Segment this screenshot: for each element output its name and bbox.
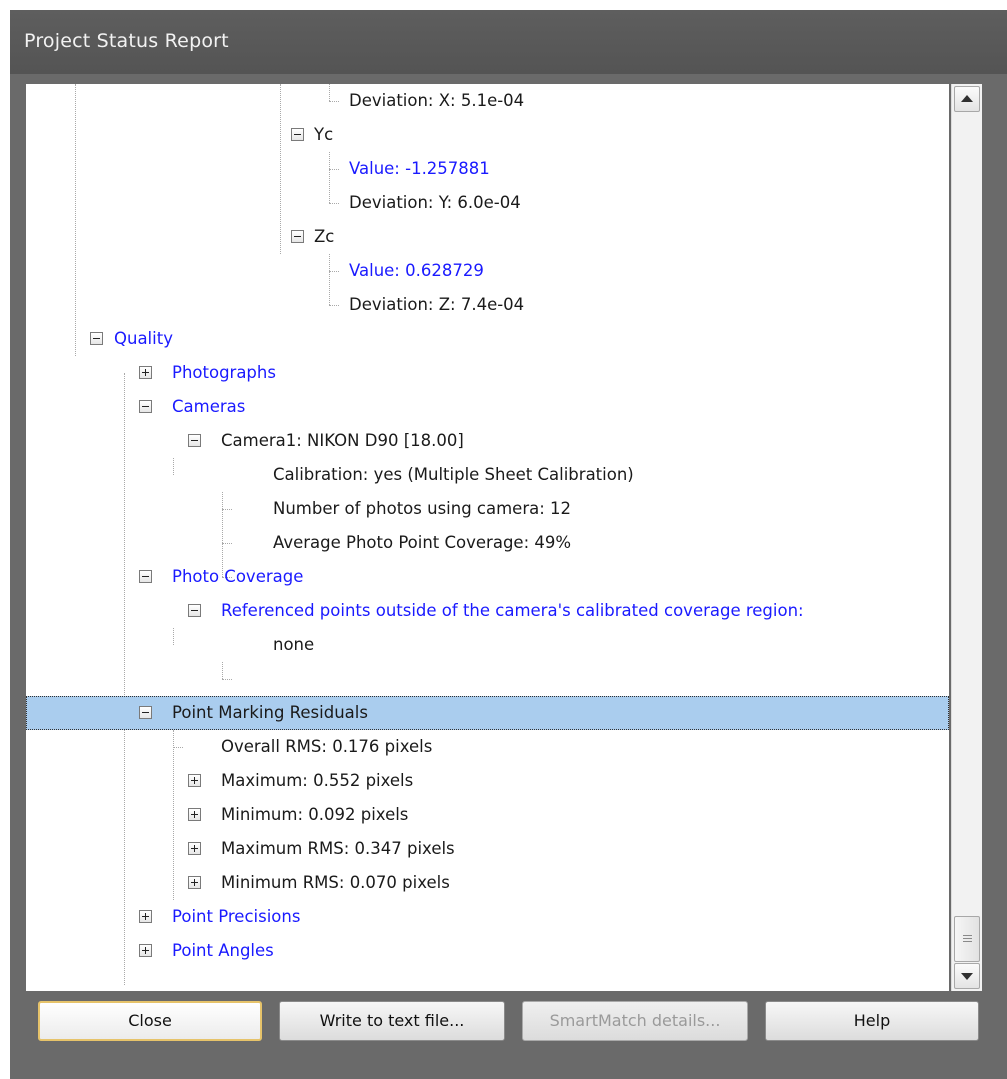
expand-icon[interactable] xyxy=(188,842,201,855)
status-tree[interactable]: Deviation: X: 5.1e-04 Yc Value: -1.25788… xyxy=(26,84,949,991)
collapse-icon[interactable] xyxy=(90,332,103,345)
tree-row-label: Minimum RMS: 0.070 pixels xyxy=(221,873,450,892)
tree-row-label: Quality xyxy=(114,329,173,348)
tree-row-number-of-photos[interactable]: Number of photos using camera: 12 xyxy=(26,492,949,526)
expand-icon[interactable] xyxy=(139,910,152,923)
tree-row-label: Camera1: NIKON D90 [18.00] xyxy=(221,431,464,450)
tree-row-label: Value: 0.628729 xyxy=(349,261,484,280)
smartmatch-details-button: SmartMatch details... xyxy=(522,1001,748,1041)
expand-icon[interactable] xyxy=(188,876,201,889)
tree-row-label: Zc xyxy=(314,227,335,246)
tree-row-referenced-points[interactable]: Referenced points outside of the camera'… xyxy=(26,594,949,628)
tree-row-label: none xyxy=(273,635,315,654)
tree-row-label: Point Angles xyxy=(172,941,274,960)
grip-lines-icon xyxy=(963,938,972,939)
tree-row-point-marking-residuals[interactable]: Point Marking Residuals xyxy=(26,696,949,730)
scroll-thumb[interactable] xyxy=(954,916,980,962)
collapse-icon[interactable] xyxy=(139,706,152,719)
tree-row-maximum-rms[interactable]: Maximum RMS: 0.347 pixels xyxy=(26,832,949,866)
tree-row-label: Point Marking Residuals xyxy=(172,703,368,722)
tree-row-label: Average Photo Point Coverage: 49% xyxy=(273,533,572,552)
tree-row-point-angles[interactable]: Point Angles xyxy=(26,934,949,968)
tree-row-label: Overall RMS: 0.176 pixels xyxy=(221,737,433,756)
collapse-icon[interactable] xyxy=(139,400,152,413)
tree-row-photo-coverage[interactable]: Photo Coverage xyxy=(26,560,949,594)
title-bar: Project Status Report xyxy=(10,10,1007,74)
tree-row-point-precisions[interactable]: Point Precisions xyxy=(26,900,949,934)
tree-row-overall-rms[interactable]: Overall RMS: 0.176 pixels xyxy=(26,730,949,764)
grip-lines-icon xyxy=(963,935,972,936)
tree-row-deviation-x[interactable]: Deviation: X: 5.1e-04 xyxy=(26,84,949,118)
tree-row-label: Maximum: 0.552 pixels xyxy=(221,771,414,790)
tree-row-zc[interactable]: Zc xyxy=(26,220,949,254)
collapse-icon[interactable] xyxy=(291,128,304,141)
tree-row-label: Maximum RMS: 0.347 pixels xyxy=(221,839,455,858)
tree-row-label: Photo Coverage xyxy=(172,567,304,586)
tree-row-label: Photographs xyxy=(172,363,276,382)
tree-row-yc[interactable]: Yc xyxy=(26,118,949,152)
tree-row-average-coverage[interactable]: Average Photo Point Coverage: 49% xyxy=(26,526,949,560)
tree-row-label: Cameras xyxy=(172,397,246,416)
window-title: Project Status Report xyxy=(24,30,229,52)
tree-row-minimum-rms[interactable]: Minimum RMS: 0.070 pixels xyxy=(26,866,949,900)
help-button[interactable]: Help xyxy=(765,1001,979,1041)
triangle-up-icon xyxy=(961,95,973,102)
tree-row-label: Number of photos using camera: 12 xyxy=(273,499,572,518)
tree-row-label: Minimum: 0.092 pixels xyxy=(221,805,409,824)
write-to-text-file-button[interactable]: Write to text file... xyxy=(279,1001,505,1041)
tree-row-label: Value: -1.257881 xyxy=(349,159,490,178)
triangle-down-icon xyxy=(961,973,973,980)
expand-icon[interactable] xyxy=(139,944,152,957)
tree-row-label: Yc xyxy=(314,125,334,144)
tree-row-label: Referenced points outside of the camera'… xyxy=(221,601,804,620)
tree-row-label: Deviation: Y: 6.0e-04 xyxy=(349,193,521,212)
tree-row-calibration[interactable]: Calibration: yes (Multiple Sheet Calibra… xyxy=(26,458,949,492)
tree-row-label: Deviation: Z: 7.4e-04 xyxy=(349,295,525,314)
tree-row-zc-value[interactable]: Value: 0.628729 xyxy=(26,254,949,288)
tree-row-photographs[interactable]: Photographs xyxy=(26,356,949,390)
tree-row-none[interactable]: none xyxy=(26,628,949,662)
tree-row-deviation-z[interactable]: Deviation: Z: 7.4e-04 xyxy=(26,288,949,322)
tree-connector xyxy=(222,662,223,679)
grip-lines-icon xyxy=(963,941,972,942)
tree-row-yc-value[interactable]: Value: -1.257881 xyxy=(26,152,949,186)
tree-row-label: Point Precisions xyxy=(172,907,301,926)
collapse-icon[interactable] xyxy=(188,434,201,447)
tree-row-label: Calibration: yes (Multiple Sheet Calibra… xyxy=(273,465,634,484)
tree-row-minimum[interactable]: Minimum: 0.092 pixels xyxy=(26,798,949,832)
collapse-icon[interactable] xyxy=(188,604,201,617)
tree-row-deviation-y[interactable]: Deviation: Y: 6.0e-04 xyxy=(26,186,949,220)
close-button[interactable]: Close xyxy=(38,1001,262,1041)
tree-row-cameras[interactable]: Cameras xyxy=(26,390,949,424)
tree-row-maximum[interactable]: Maximum: 0.552 pixels xyxy=(26,764,949,798)
scroll-down-button[interactable] xyxy=(954,963,980,989)
expand-icon[interactable] xyxy=(188,774,201,787)
tree-row-camera1[interactable]: Camera1: NIKON D90 [18.00] xyxy=(26,424,949,458)
tree-connector xyxy=(222,679,232,680)
tree-row-quality[interactable]: Quality xyxy=(26,322,949,356)
expand-icon[interactable] xyxy=(139,366,152,379)
tree-row-label: Deviation: X: 5.1e-04 xyxy=(349,91,525,110)
vertical-scrollbar[interactable] xyxy=(951,84,982,991)
collapse-icon[interactable] xyxy=(291,230,304,243)
scroll-up-button[interactable] xyxy=(954,86,980,112)
expand-icon[interactable] xyxy=(188,808,201,821)
collapse-icon[interactable] xyxy=(139,570,152,583)
